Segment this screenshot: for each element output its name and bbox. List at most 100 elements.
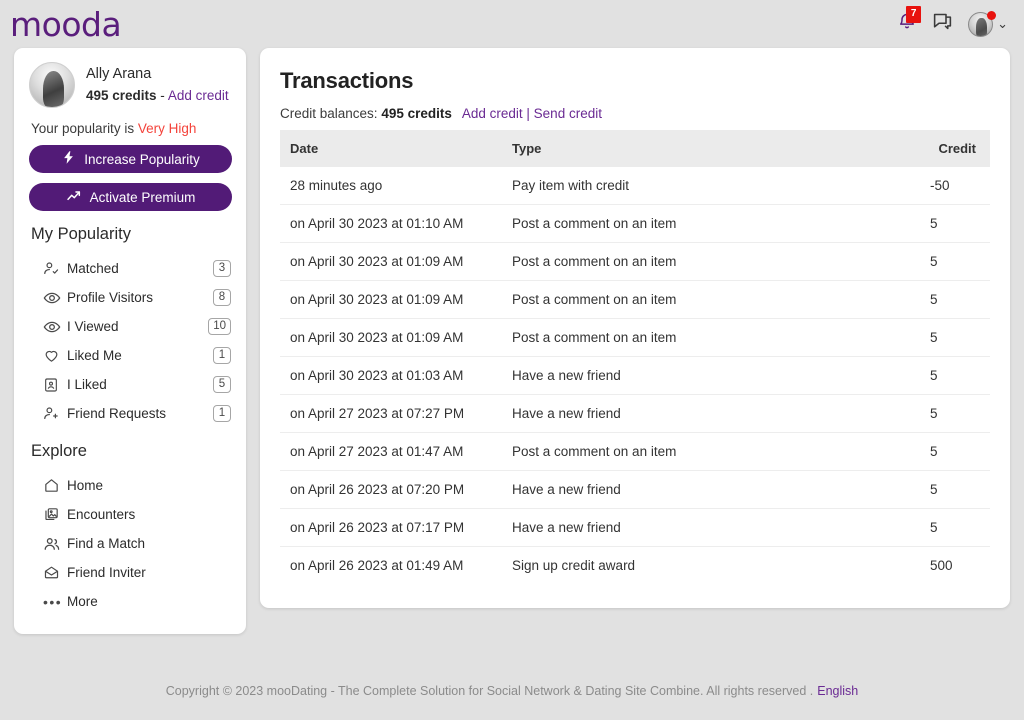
sidebar-item-badge: 3 xyxy=(213,260,231,277)
profile-summary: Ally Arana 495 credits - Add credit xyxy=(29,62,231,108)
add-credit-link[interactable]: Add credit xyxy=(462,106,523,121)
table-row[interactable]: on April 26 2023 at 07:20 PM Have a new … xyxy=(280,470,990,509)
table-row[interactable]: on April 30 2023 at 01:03 AM Have a new … xyxy=(280,356,990,395)
cell-credit: 5 xyxy=(920,394,990,433)
footer: Copyright © 2023 mooDating - The Complet… xyxy=(0,684,1024,698)
popularity-value: Very High xyxy=(137,121,197,136)
table-row[interactable]: on April 30 2023 at 01:09 AM Post a comm… xyxy=(280,280,990,319)
eye-icon xyxy=(43,289,67,307)
sidebar-item-profile-visitors[interactable]: Profile Visitors 8 xyxy=(29,283,231,312)
balance-prefix: Credit balances: xyxy=(280,106,382,121)
cell-type: Have a new friend xyxy=(502,394,920,433)
profile-credits: 495 credits - Add credit xyxy=(86,86,229,105)
people-icon xyxy=(43,535,67,553)
sidebar-item-encounters[interactable]: Encounters xyxy=(29,500,231,529)
person-check-icon xyxy=(43,260,67,277)
column-header-credit[interactable]: Credit xyxy=(920,130,990,167)
photo-card-icon xyxy=(43,506,67,523)
sidebar-item-label: Friend Inviter xyxy=(67,565,146,580)
account-menu-button[interactable]: ⌄ xyxy=(968,10,1008,37)
link-separator: | xyxy=(522,106,534,121)
table-row[interactable]: on April 27 2023 at 01:47 AM Post a comm… xyxy=(280,432,990,471)
column-header-type[interactable]: Type xyxy=(502,130,920,167)
sidebar-item-label: Profile Visitors xyxy=(67,290,154,305)
sidebar-item-badge: 10 xyxy=(208,318,231,335)
sidebar-item-badge: 1 xyxy=(213,347,231,364)
cell-type: Post a comment on an item xyxy=(502,204,920,243)
cell-date: on April 30 2023 at 01:09 AM xyxy=(280,318,502,357)
sidebar-item-label: Encounters xyxy=(67,507,136,522)
account-alert-dot xyxy=(987,10,996,20)
chat-icon xyxy=(932,11,953,37)
table-row[interactable]: on April 30 2023 at 01:09 AM Post a comm… xyxy=(280,318,990,357)
sidebar-item-label: More xyxy=(67,594,98,609)
sidebar-item-label: Matched xyxy=(67,261,119,276)
top-bar-actions: 7 ⌄ xyxy=(897,5,1008,37)
explore-heading: Explore xyxy=(31,442,87,460)
cell-credit: 5 xyxy=(920,242,990,281)
sidebar-item-i-viewed[interactable]: I Viewed 10 xyxy=(29,312,231,341)
chevron-down-icon: ⌄ xyxy=(997,16,1008,31)
table-header: Date Type Credit xyxy=(280,130,990,167)
my-popularity-list: Matched 3 Profile Visitors 8 I Viewed 10… xyxy=(29,254,231,428)
cell-type: Have a new friend xyxy=(502,508,920,547)
table-row[interactable]: on April 30 2023 at 01:10 AM Post a comm… xyxy=(280,204,990,243)
messages-button[interactable] xyxy=(932,11,953,37)
table-row[interactable]: on April 26 2023 at 01:49 AM Sign up cre… xyxy=(280,547,990,585)
column-header-date[interactable]: Date xyxy=(280,130,502,167)
copyright-text: Copyright © 2023 mooDating - The Complet… xyxy=(165,684,814,698)
sidebar: Ally Arana 495 credits - Add credit Your… xyxy=(14,48,246,634)
table-row[interactable]: on April 27 2023 at 07:27 PM Have a new … xyxy=(280,394,990,433)
page-title: Transactions xyxy=(280,68,414,93)
sidebar-item-i-liked[interactable]: I Liked 5 xyxy=(29,370,231,399)
table-row[interactable]: on April 26 2023 at 07:17 PM Have a new … xyxy=(280,508,990,547)
sidebar-item-matched[interactable]: Matched 3 xyxy=(29,254,231,283)
sidebar-item-home[interactable]: Home xyxy=(29,471,231,500)
sidebar-item-friend-requests[interactable]: Friend Requests 1 xyxy=(29,399,231,428)
sidebar-item-find-a-match[interactable]: Find a Match xyxy=(29,529,231,558)
ellipsis-icon: ••• xyxy=(43,593,63,610)
language-link[interactable]: English xyxy=(817,684,858,698)
sidebar-item-badge: 5 xyxy=(213,376,231,393)
credit-balance-line: Credit balances: 495 credits Add credit |… xyxy=(280,106,990,121)
sidebar-item-label: Liked Me xyxy=(67,348,122,363)
increase-popularity-label: Increase Popularity xyxy=(84,151,200,167)
home-icon xyxy=(43,477,67,494)
cell-type: Pay item with credit xyxy=(502,167,920,205)
cell-type: Post a comment on an item xyxy=(502,280,920,319)
eye-icon xyxy=(43,318,67,336)
credit-dash: - xyxy=(156,88,168,103)
cell-credit: 5 xyxy=(920,356,990,395)
page-layout: Ally Arana 495 credits - Add credit Your… xyxy=(0,48,1024,634)
increase-popularity-button[interactable]: Increase Popularity xyxy=(29,145,232,173)
sidebar-item-friend-inviter[interactable]: Friend Inviter xyxy=(29,558,231,587)
activate-premium-label: Activate Premium xyxy=(89,189,196,205)
envelope-icon xyxy=(43,564,67,581)
sidebar-add-credit-link[interactable]: Add credit xyxy=(168,88,229,103)
sidebar-item-badge: 1 xyxy=(213,405,231,422)
notifications-button[interactable]: 7 xyxy=(897,5,922,37)
heart-icon xyxy=(43,347,67,364)
cell-type: Have a new friend xyxy=(502,470,920,509)
table-header-row: Date Type Credit xyxy=(280,130,990,167)
profile-avatar[interactable] xyxy=(29,62,75,108)
profile-credit-value: 495 credits xyxy=(86,88,157,103)
person-plus-icon xyxy=(43,405,67,422)
cell-credit: 5 xyxy=(920,280,990,319)
sidebar-item-liked-me[interactable]: Liked Me 1 xyxy=(29,341,231,370)
transactions-panel: Transactions Credit balances: 495 credit… xyxy=(260,48,1010,608)
sidebar-item-more[interactable]: ••• More xyxy=(29,587,231,616)
brand-logo[interactable]: mooda xyxy=(10,8,122,41)
sidebar-item-label: Find a Match xyxy=(67,536,146,551)
send-credit-link[interactable]: Send credit xyxy=(534,106,602,121)
cell-credit: 5 xyxy=(920,508,990,547)
popularity-prefix: Your popularity is xyxy=(31,121,138,136)
table-row[interactable]: on April 30 2023 at 01:09 AM Post a comm… xyxy=(280,242,990,281)
activate-premium-button[interactable]: Activate Premium xyxy=(29,183,232,211)
transactions-table: Date Type Credit 28 minutes ago Pay item… xyxy=(280,130,990,584)
cell-credit: 5 xyxy=(920,318,990,357)
cell-date: on April 26 2023 at 01:49 AM xyxy=(290,558,464,573)
cell-date: 28 minutes ago xyxy=(280,167,502,205)
table-row[interactable]: 28 minutes ago Pay item with credit -50 xyxy=(280,167,990,205)
trending-up-icon xyxy=(66,188,82,207)
